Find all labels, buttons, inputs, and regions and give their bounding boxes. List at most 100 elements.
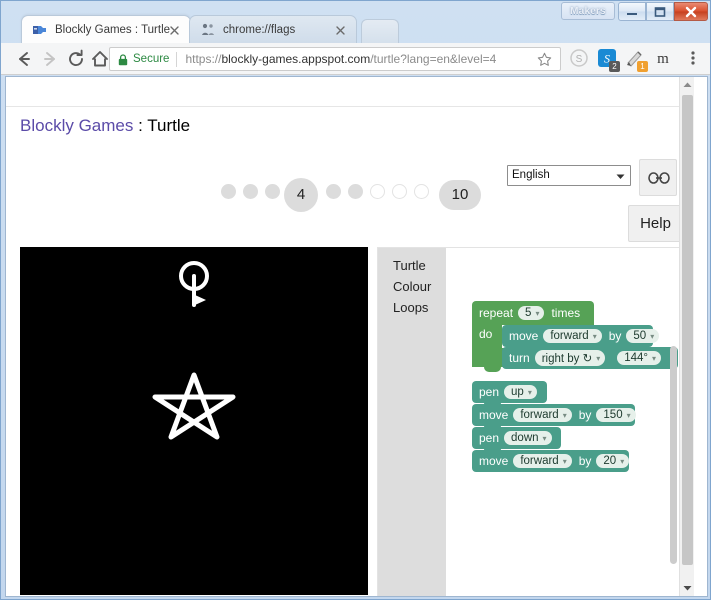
home-icon <box>92 51 108 67</box>
forward-button <box>39 48 61 70</box>
block-pen-down[interactable]: pen down ▾ <box>472 427 561 449</box>
chevron-down-icon <box>683 586 692 591</box>
chevron-down-icon: ▾ <box>650 331 655 341</box>
close-icon <box>336 26 345 35</box>
field-value: forward <box>520 409 559 421</box>
address-bar[interactable]: Secure https://blockly-games.appspot.com… <box>109 47 561 71</box>
field-move-amount[interactable]: 20 ▾ <box>596 454 630 468</box>
chevron-down-icon <box>616 174 625 179</box>
forward-arrow-icon <box>44 52 55 66</box>
highlighter-pen-icon[interactable]: 1 <box>625 48 648 72</box>
reload-button[interactable] <box>65 48 87 70</box>
share-link-button[interactable] <box>639 159 677 196</box>
field-value: 5 <box>525 307 532 319</box>
level-dot-8[interactable] <box>392 184 407 199</box>
field-move-direction[interactable]: forward ▾ <box>543 329 602 343</box>
block-move-by: by <box>578 454 592 468</box>
block-turn-1[interactable]: turn right by ↻ ▾ 144° ▾ <box>502 347 678 369</box>
page-scroll-thumb[interactable] <box>682 95 693 565</box>
lock-icon <box>118 53 128 66</box>
tab-close-button[interactable] <box>333 23 348 38</box>
block-move-by: by <box>578 408 592 422</box>
level-dot-5[interactable] <box>326 184 341 199</box>
level-dot-1[interactable] <box>221 184 236 199</box>
toolbox-category-loops[interactable]: Loops <box>393 297 446 318</box>
field-move-direction[interactable]: forward ▾ <box>513 408 572 422</box>
block-repeat-header[interactable]: repeat 5 ▾ times <box>472 301 580 325</box>
block-pen-up[interactable]: pen up ▾ <box>472 381 547 403</box>
level-dot-current[interactable]: 4 <box>284 178 318 212</box>
block-move-keyword: move <box>509 329 539 343</box>
toolbox-category-colour[interactable]: Colour <box>393 276 446 297</box>
tab-close-button[interactable] <box>167 23 182 38</box>
level-dot-7[interactable] <box>370 184 385 199</box>
language-select[interactable]: English <box>507 165 631 186</box>
page-title: Blockly Games : Turtle <box>20 116 190 136</box>
chevron-up-icon <box>683 82 692 87</box>
bookmark-star-icon[interactable] <box>537 52 552 67</box>
kebab-menu-icon <box>691 51 695 65</box>
turtle-drawing <box>152 261 236 440</box>
level-dot-last[interactable]: 10 <box>439 180 481 210</box>
new-tab-button[interactable] <box>361 19 399 44</box>
field-value: up <box>511 386 524 398</box>
block-move-3[interactable]: move forward ▾ by 20 ▾ <box>472 450 630 472</box>
block-repeat-notch <box>484 367 501 372</box>
field-move-amount[interactable]: 50 ▾ <box>626 329 660 343</box>
tab-blockly-games[interactable]: Blockly Games : Turtle <box>21 15 191 44</box>
back-button[interactable] <box>13 48 35 70</box>
blockly-toolbox: Turtle Colour Loops <box>378 248 446 596</box>
url-text: https://blockly-games.appspot.com/turtle… <box>185 52 496 66</box>
home-button[interactable] <box>89 48 111 70</box>
tab-chrome-flags[interactable]: chrome://flags <box>189 15 357 44</box>
language-select-value: English <box>512 169 550 181</box>
star-path <box>152 372 236 440</box>
field-value: 150 <box>603 409 623 421</box>
back-arrow-icon <box>19 52 30 66</box>
turtle-cursor <box>179 261 209 307</box>
field-move-direction[interactable]: forward ▾ <box>513 454 572 468</box>
level-dot-9[interactable] <box>414 184 429 199</box>
field-repeat-count[interactable]: 5 ▾ <box>518 306 545 320</box>
field-value: right by ↻ <box>541 353 593 365</box>
field-value: 20 <box>603 455 617 467</box>
block-turn-keyword: turn <box>509 351 530 365</box>
block-move-1[interactable]: move forward ▾ by 50 ▾ <box>502 325 660 347</box>
browser-menu-button[interactable] <box>683 48 705 70</box>
skype-icon[interactable]: S 2 <box>597 48 620 72</box>
title-separator: : <box>133 116 148 135</box>
m-extension-icon[interactable]: m <box>653 48 675 70</box>
block-move-by: by <box>608 329 622 343</box>
chevron-down-icon: ▾ <box>596 353 601 363</box>
help-button[interactable]: Help <box>628 205 683 242</box>
blockly-games-page: Blockly Games : Turtle 4 10 English Help… <box>6 77 694 596</box>
block-move-keyword: move <box>479 408 509 422</box>
page-scrollbar[interactable] <box>679 77 694 596</box>
field-value: 50 <box>633 330 647 342</box>
chevron-down-icon: ▾ <box>527 387 532 397</box>
field-turn-direction[interactable]: right by ↻ ▾ <box>534 350 606 366</box>
level-dot-3[interactable] <box>265 184 280 199</box>
chevron-down-icon: ▾ <box>620 456 625 466</box>
page-viewport: Blockly Games : Turtle 4 10 English Help… <box>5 76 708 597</box>
block-pen-keyword: pen <box>479 431 500 445</box>
scroll-up-button[interactable] <box>680 77 695 93</box>
toolbox-category-turtle[interactable]: Turtle <box>393 255 446 276</box>
brand-label[interactable]: Blockly Games <box>20 116 133 135</box>
scroll-down-button[interactable] <box>680 580 695 596</box>
level-dot-2[interactable] <box>243 184 258 199</box>
field-pen-state[interactable]: up ▾ <box>504 385 537 399</box>
field-turn-amount[interactable]: 144° ▾ <box>617 351 662 365</box>
block-move-keyword: move <box>479 454 509 468</box>
skype-click-to-call-icon[interactable]: S <box>569 48 591 70</box>
tab-strip: Blockly Games : Turtle chrome://flags <box>1 15 710 44</box>
blockly-workspace[interactable]: repeat 5 ▾ times do move forward ▾ by 50… <box>446 248 683 596</box>
workspace-scrollbar[interactable] <box>670 346 677 564</box>
block-move-2[interactable]: move forward ▾ by 150 ▾ <box>472 404 636 426</box>
field-pen-state[interactable]: down ▾ <box>504 431 552 445</box>
field-value: forward <box>550 330 589 342</box>
turtle-canvas[interactable] <box>20 247 368 595</box>
svg-text:m: m <box>657 51 669 67</box>
field-move-amount[interactable]: 150 ▾ <box>596 408 636 422</box>
level-dot-6[interactable] <box>348 184 363 199</box>
